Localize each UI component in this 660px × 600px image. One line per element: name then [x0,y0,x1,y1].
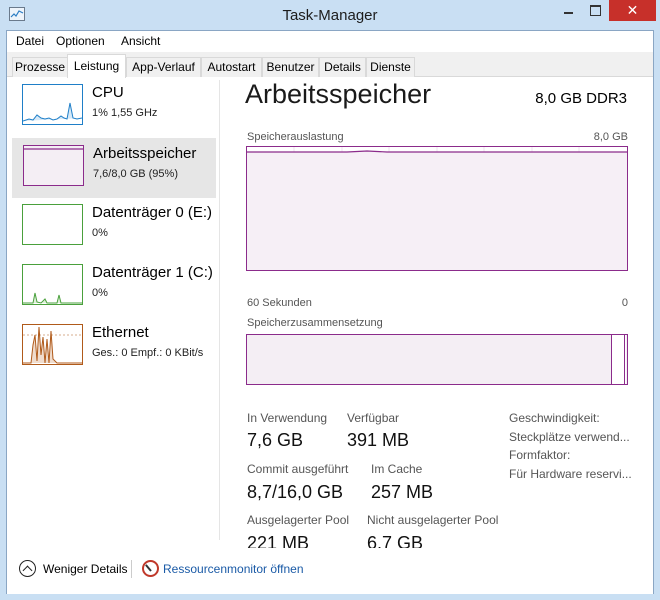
paged-pool-label: Ausgelagerter Pool [247,513,350,527]
time-left: 60 Sekunden [247,297,312,309]
sidebar-memory-sub: 7,6/8,0 GB (95%) [93,168,178,180]
tab-leistung[interactable]: Leistung [67,54,126,78]
commit-value: 8,7/16,0 GB [247,482,344,502]
nonpaged-pool-label: Nicht ausgelagerter Pool [367,513,499,527]
tab-dienste[interactable]: Dienste [366,57,415,77]
cached-value: 257 MB [371,482,434,502]
tab-prozesse[interactable]: Prozesse [12,57,68,77]
menu-bar: Datei Optionen Ansicht [7,31,653,52]
usage-max: 8,0 GB [593,131,628,143]
eth-send-label: Ges.: [92,347,122,359]
sidebar-ethernet-title: Ethernet [92,324,149,341]
commit-label: Commit ausgeführt [247,462,349,476]
sidebar-item-cpu[interactable]: CPU 1% 1,55 GHz [12,78,216,138]
resource-monitor-icon[interactable] [142,560,159,577]
sidebar-ethernet-sub: Ges.: 0 Empf.: 0 KBit/s [92,347,203,359]
form-factor-label: Formfaktor: [509,448,571,462]
sidebar-disk0-sub: 0% [92,227,108,239]
resource-monitor-link[interactable]: Ressourcenmonitor öffnen [163,562,304,576]
sidebar-memory-title: Arbeitsspeicher [93,145,197,162]
sidebar-disk0-title: Datenträger 0 (E:) [92,204,213,221]
footer-separator [131,560,132,578]
eth-recv-label: Empf.: [127,347,166,359]
eth-recv-value: 0 KBit/s [165,347,204,359]
tab-autostart[interactable]: Autostart [201,57,262,77]
sidebar-cpu-sub: 1% 1,55 GHz [92,107,158,119]
composition-free-divider [624,335,625,384]
page-title: Arbeitsspeicher [245,79,432,109]
close-button[interactable]: ✕ [609,0,656,21]
sidebar-cpu-title: CPU [92,84,124,101]
in-use-value: 7,6 GB [247,430,304,450]
disk1-mini-graph [22,264,83,305]
available-label: Verfügbar [347,411,400,425]
usage-label: Speicherauslastung [247,131,344,143]
available-value: 391 MB [347,430,410,450]
tab-benutzer[interactable]: Benutzer [262,57,319,77]
minimize-button[interactable] [555,0,582,21]
sidebar-item-memory[interactable]: Arbeitsspeicher 7,6/8,0 GB (95%) [12,138,216,198]
tab-strip: Prozesse Leistung App-Verlauf Autostart … [7,52,653,78]
chevron-up-icon[interactable] [19,560,36,577]
menu-optionen[interactable]: Optionen [56,34,105,48]
in-use-label: In Verwendung [247,411,328,425]
sidebar-item-disk1[interactable]: Datenträger 1 (C:) 0% [12,258,216,318]
menu-datei[interactable]: Datei [16,34,44,48]
slots-label: Steckplätze verwend... [509,430,630,444]
ethernet-mini-graph [22,324,83,365]
hardware-reserved-label: Für Hardware reservi... [509,467,632,481]
footer: Weniger Details Ressourcenmonitor öffnen [7,548,653,594]
memory-mini-graph [23,145,84,186]
tab-details[interactable]: Details [319,57,366,77]
memory-composition-bar [246,334,628,385]
time-right: 0 [621,297,628,309]
speed-label: Geschwindigkeit: [509,411,600,425]
memory-usage-graph [246,146,628,271]
title-bar: Task-Manager ✕ [0,0,660,30]
maximize-button[interactable] [582,0,609,21]
window-frame: Datei Optionen Ansicht Prozesse Leistung… [6,30,654,594]
sidebar-disk1-sub: 0% [92,287,108,299]
sidebar-separator [219,80,220,540]
sidebar-item-disk0[interactable]: Datenträger 0 (E:) 0% [12,198,216,258]
cpu-mini-graph [22,84,83,125]
sidebar-item-ethernet[interactable]: Ethernet Ges.: 0 Empf.: 0 KBit/s [12,318,216,378]
composition-label: Speicherzusammensetzung [247,317,383,329]
fewer-details-button[interactable]: Weniger Details [43,562,127,576]
tab-app-verlauf[interactable]: App-Verlauf [126,57,201,77]
disk0-mini-graph [22,204,83,245]
sidebar-disk1-title: Datenträger 1 (C:) [92,264,213,281]
performance-panel: CPU 1% 1,55 GHz Arbeitsspeicher 7,6/8,0 … [7,78,653,553]
menu-ansicht[interactable]: Ansicht [121,34,160,48]
memory-spec: 8,0 GB DDR3 [535,90,627,107]
cached-label: Im Cache [371,462,423,476]
